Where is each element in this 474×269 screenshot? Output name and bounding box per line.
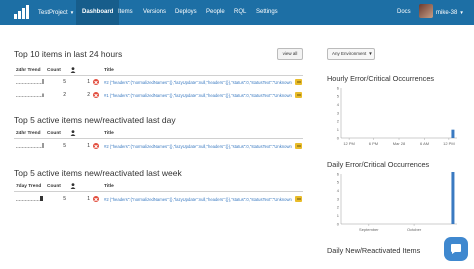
header-title: Title xyxy=(104,184,114,189)
x-tick-label: 12 PM xyxy=(343,141,355,146)
y-tick-label: 6 xyxy=(337,172,340,176)
x-tick-label: Mar 28 xyxy=(393,141,406,146)
divider xyxy=(14,75,303,76)
nav-people[interactable]: People xyxy=(206,0,225,25)
hourly-chart-title: Hourly Error/Critical Occurrences xyxy=(327,74,435,83)
y-tick-label: 5 xyxy=(337,180,340,185)
item-users: 2 xyxy=(87,92,90,98)
y-tick-label: 6 xyxy=(337,86,340,90)
section-title-new-day: Top 5 active items new/reactivated last … xyxy=(14,115,176,125)
view-all-button[interactable]: view all xyxy=(277,48,303,60)
item-users: 1 xyxy=(87,143,90,149)
error-level-icon xyxy=(93,143,99,149)
caret-down-icon: ▼ xyxy=(459,10,464,15)
header-title: Title xyxy=(104,68,114,73)
folder-icon[interactable] xyxy=(295,92,302,98)
users-icon xyxy=(70,183,76,189)
error-level-icon xyxy=(93,92,99,98)
header-title: Title xyxy=(104,131,114,136)
nav-docs[interactable]: Docs xyxy=(397,0,411,25)
y-tick-label: 3 xyxy=(337,110,340,115)
y-tick-label: 0 xyxy=(337,221,340,226)
y-tick-label: 1 xyxy=(337,213,340,218)
divider xyxy=(14,138,303,139)
item-title-link[interactable]: #2 {"headers":{"normalizedNames":{},"laz… xyxy=(104,144,292,149)
project-name: TestProject xyxy=(38,10,68,17)
header-count: Count xyxy=(47,68,61,73)
y-tick-label: 4 xyxy=(337,188,340,193)
user-menu[interactable]: mike-38 ▼ xyxy=(436,0,464,25)
header-count: Count xyxy=(47,184,61,189)
nav-items[interactable]: Items xyxy=(118,0,133,25)
environment-select[interactable]: Any Environment ▼ xyxy=(327,48,375,60)
item-count: 2 xyxy=(63,92,66,98)
y-tick-label: 5 xyxy=(337,94,340,99)
x-tick-label: 6 PM xyxy=(369,141,378,146)
daily-occurrences-chart: 0 1 2 3 4 5 6 September October xyxy=(337,172,457,232)
nav-rql[interactable]: RQL xyxy=(234,0,246,25)
trend-sparkline xyxy=(16,79,44,84)
x-tick-label: 6 AM xyxy=(420,141,429,146)
item-count: 5 xyxy=(63,143,66,149)
trend-sparkline xyxy=(16,143,44,148)
daily-chart-title: Daily Error/Critical Occurrences xyxy=(327,160,430,169)
y-tick-label: 2 xyxy=(337,205,340,210)
y-tick-label: 2 xyxy=(337,119,340,124)
new-items-chart-title: Daily New/Reactivated Items xyxy=(327,246,421,255)
trend-sparkline xyxy=(16,196,43,201)
folder-icon[interactable] xyxy=(295,143,302,149)
item-count: 5 xyxy=(63,79,66,85)
section-title-top10: Top 10 items in last 24 hours xyxy=(14,49,123,59)
header-trend: 24hr Trend xyxy=(16,68,41,73)
user-name: mike-38 xyxy=(436,10,458,17)
header-trend: 24hr Trend xyxy=(16,131,41,136)
header-trend: 7day Trend xyxy=(16,184,42,189)
error-level-icon xyxy=(93,196,99,202)
rollbar-logo-icon[interactable] xyxy=(13,5,29,19)
chart-bar xyxy=(451,129,455,138)
nav-settings[interactable]: Settings xyxy=(256,0,278,25)
nav-dashboard[interactable]: Dashboard xyxy=(76,0,120,25)
header-count: Count xyxy=(47,131,61,136)
item-users: 1 xyxy=(87,196,90,202)
x-tick-label: October xyxy=(407,227,422,232)
item-count: 5 xyxy=(63,196,66,202)
user-avatar[interactable] xyxy=(419,4,433,18)
error-level-icon xyxy=(93,79,99,85)
item-title-link[interactable]: #2 {"headers":{"normalizedNames":{},"laz… xyxy=(104,197,292,202)
section-title-new-week: Top 5 active items new/reactivated last … xyxy=(14,168,182,178)
item-title-link[interactable]: #2 {"headers":{"normalizedNames":{},"laz… xyxy=(104,80,292,85)
hourly-occurrences-chart: 0 1 2 3 4 5 6 12 PM 6 PM Mar 28 6 AM 12 PM xyxy=(337,86,457,146)
nav-deploys[interactable]: Deploys xyxy=(175,0,197,25)
caret-down-icon: ▼ xyxy=(69,10,75,15)
users-icon xyxy=(70,67,76,73)
divider xyxy=(14,191,303,192)
folder-icon[interactable] xyxy=(295,79,302,85)
y-tick-label: 4 xyxy=(337,102,340,107)
trend-sparkline xyxy=(16,93,44,97)
users-icon xyxy=(70,130,76,136)
x-tick-label: 12 PM xyxy=(443,141,455,146)
chat-button[interactable] xyxy=(444,237,468,261)
y-tick-label: 0 xyxy=(337,135,340,140)
environment-select-value: Any Environment xyxy=(332,51,367,57)
chat-icon xyxy=(451,244,461,254)
nav-versions[interactable]: Versions xyxy=(143,0,166,25)
chart-bar xyxy=(451,172,455,224)
item-users: 1 xyxy=(87,79,90,85)
caret-down-icon: ▼ xyxy=(368,51,373,56)
y-tick-label: 1 xyxy=(337,127,340,132)
top-navbar: TestProject ▼ Dashboard Items Versions De… xyxy=(0,0,474,25)
folder-icon[interactable] xyxy=(295,196,302,202)
x-tick-label: September xyxy=(359,227,379,232)
y-tick-label: 3 xyxy=(337,196,340,201)
item-title-link[interactable]: #1 {"headers":{"normalizedNames":{},"laz… xyxy=(104,93,292,98)
project-dropdown[interactable]: TestProject ▼ xyxy=(38,0,74,25)
